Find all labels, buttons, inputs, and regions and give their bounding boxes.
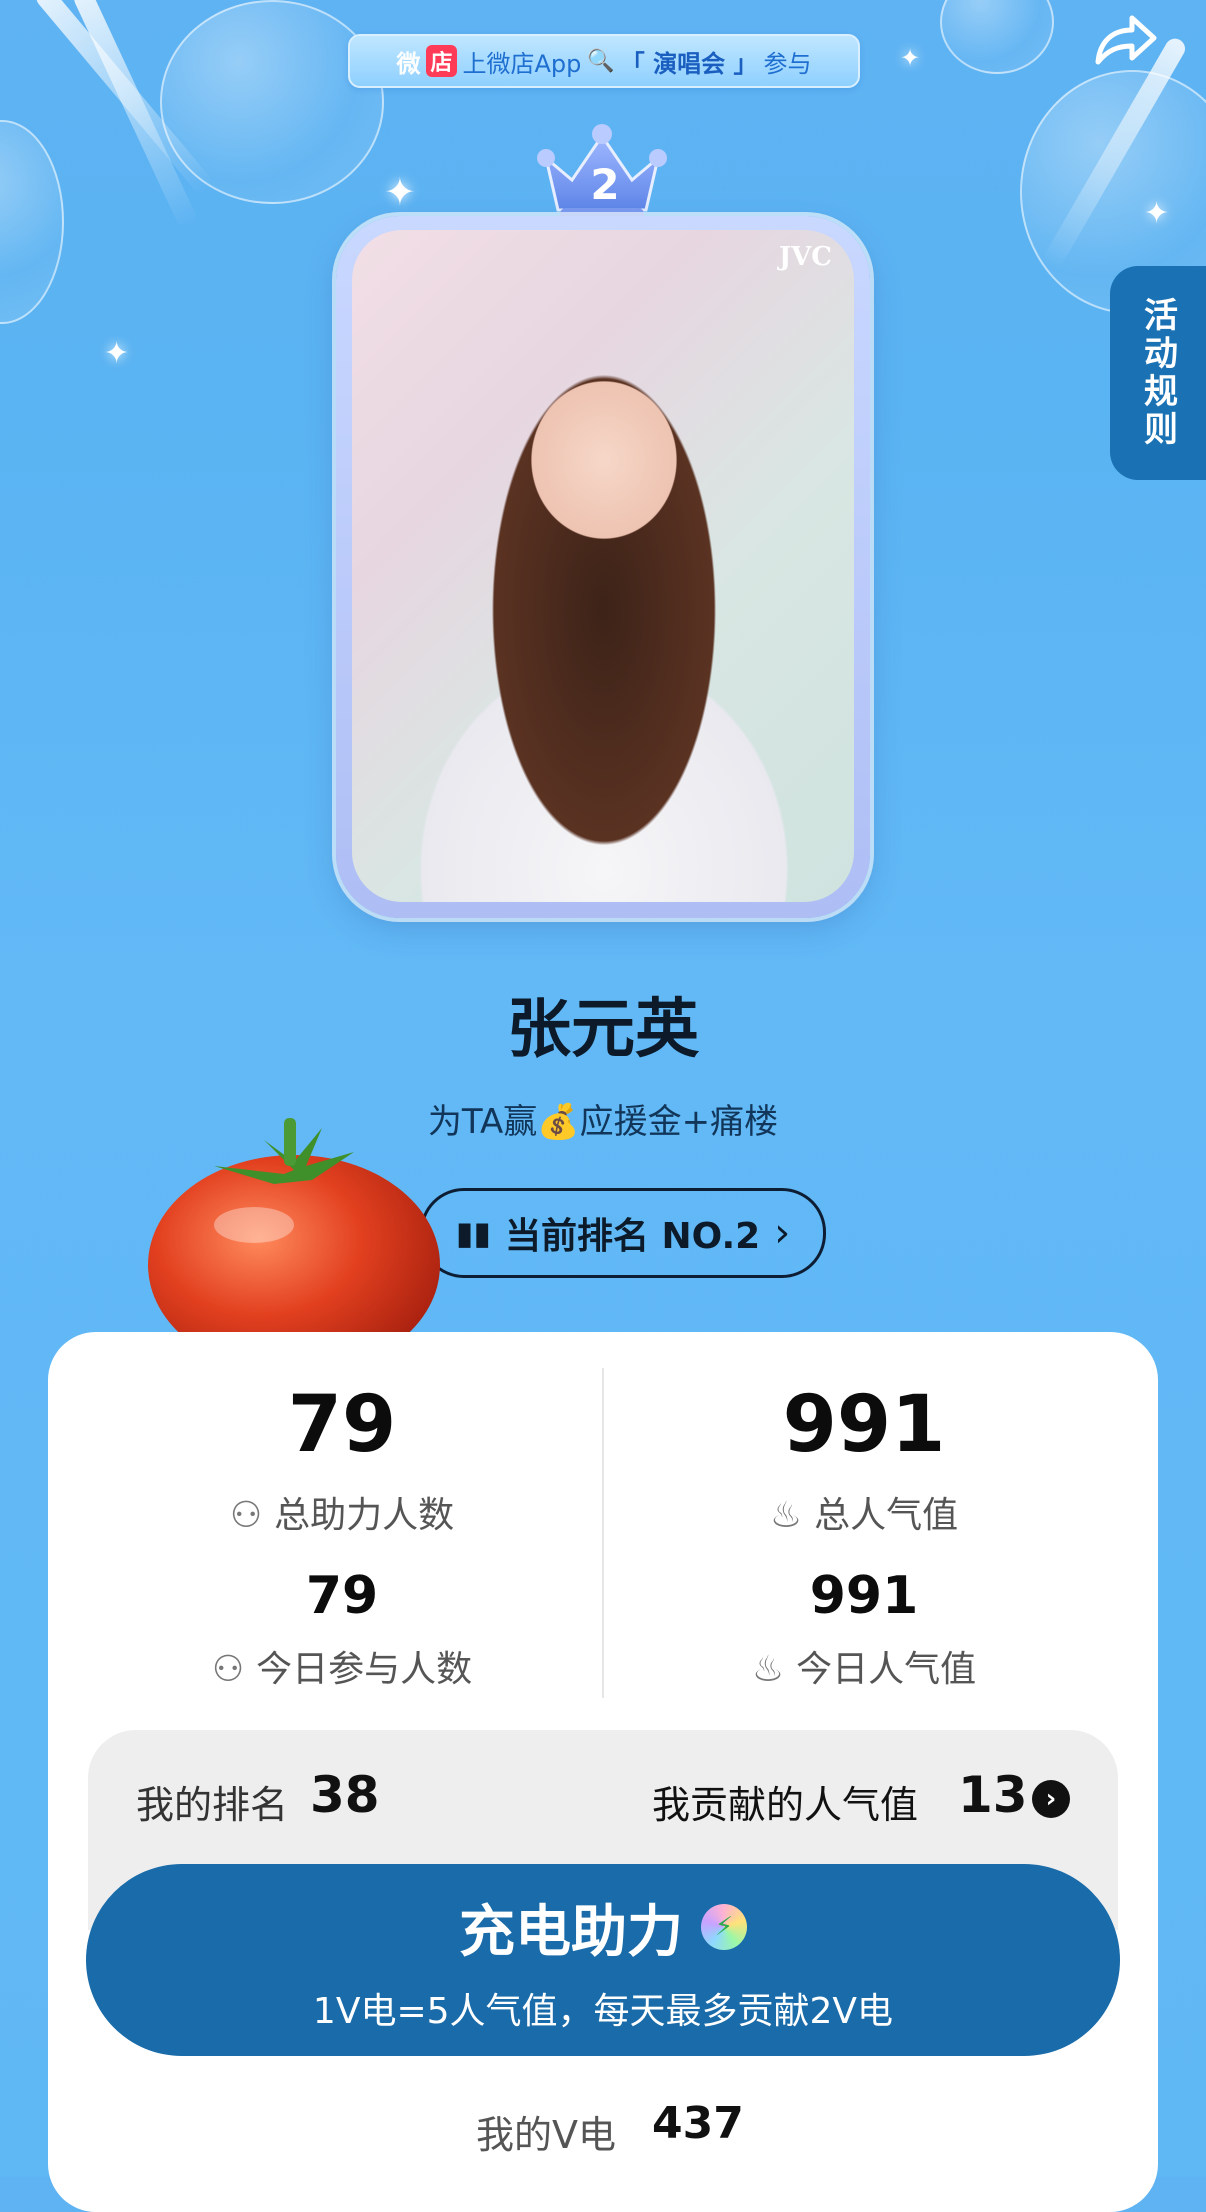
today-participants-label-row: ⚇ 今日参与人数 [82, 1640, 602, 1692]
banner-text-prefix: 上微店App [462, 49, 582, 78]
crown-rank-number: 2 [590, 160, 620, 209]
app-search-banner[interactable]: 微 店 上微店App 🔍 「 演唱会 」 参与 [348, 34, 860, 88]
my-rank-label: 我的排名 [136, 1783, 289, 1827]
bar-chart-icon: ▮▮ [455, 1214, 491, 1252]
bubble-decoration [940, 0, 1054, 74]
artist-name: 张元英 [507, 993, 699, 1067]
charge-subtitle: 1V电=5人气值，每天最多贡献2V电 [312, 1990, 894, 2032]
my-contribution-value[interactable]: 13 [958, 1766, 1028, 1824]
flame-icon: ♨ [751, 1649, 785, 1690]
total-helpers-label: 总助力人数 [274, 1495, 455, 1536]
total-helpers-value: 79 [287, 1380, 397, 1470]
chevron-right-circle-icon[interactable]: › [1032, 1780, 1070, 1818]
money-bag-icon: 💰 [537, 1102, 580, 1142]
photo-watermark: JVC [778, 242, 832, 272]
banner-wei-char: 微 [396, 49, 421, 78]
total-popularity-label-row: ♨ 总人气值 [604, 1486, 1124, 1538]
my-v-label: 我的V电 [476, 2113, 616, 2157]
activity-rules-tab[interactable]: 活动规则 [1110, 266, 1206, 480]
tagline-suffix: 应援金+痛楼 [579, 1102, 779, 1142]
today-participants-value: 79 [305, 1566, 379, 1626]
today-popularity-label: 今日人气值 [796, 1649, 977, 1690]
tagline-prefix: 为TA赢 [427, 1102, 538, 1142]
artist-photo[interactable]: JVC [352, 230, 854, 902]
sparkle-icon: ✦ [1144, 196, 1170, 231]
total-popularity-label: 总人气值 [814, 1495, 959, 1536]
today-popularity-value: 991 [809, 1566, 919, 1626]
share-arrow-icon[interactable] [1090, 6, 1160, 70]
charge-title: 充电助力 [459, 1899, 683, 1965]
sparkle-icon: ✦ [104, 336, 130, 371]
banner-text-suffix: 参与 [763, 49, 812, 78]
charge-support-button[interactable]: 充电助力 ⚡ 1V电=5人气值，每天最多贡献2V电 [86, 1864, 1120, 2056]
current-rank-button[interactable]: ▮▮ 当前排名 NO.2 › [420, 1188, 826, 1278]
chevron-right-icon: › [774, 1210, 791, 1256]
my-contribution-label[interactable]: 我贡献的人气值 [652, 1774, 918, 1829]
total-popularity-value: 991 [782, 1380, 946, 1470]
sparkle-icon: ✦ [900, 44, 921, 72]
people-icon: ⚇ [229, 1495, 263, 1536]
flame-icon: ♨ [769, 1495, 803, 1536]
my-v-value: 437 [652, 2098, 744, 2149]
banner-keyword: 「 演唱会 」 [620, 49, 758, 78]
lightning-icon: ⚡ [701, 1904, 747, 1950]
activity-rules-label: 活动规则 [1137, 297, 1178, 449]
banner-dian-badge: 店 [426, 45, 457, 77]
search-icon: 🔍 [587, 48, 615, 74]
today-participants-label: 今日参与人数 [256, 1649, 473, 1690]
my-rank-value: 38 [310, 1766, 380, 1824]
sparkle-icon: ✦ [384, 170, 416, 214]
total-helpers-label-row: ⚇ 总助力人数 [82, 1486, 602, 1538]
people-icon: ⚇ [211, 1649, 245, 1690]
current-rank-label: 当前排名 NO.2 [505, 1216, 761, 1257]
bubble-decoration [0, 120, 64, 324]
today-popularity-label-row: ♨ 今日人气值 [604, 1640, 1124, 1692]
charge-title-row: 充电助力 ⚡ [459, 1887, 747, 1968]
